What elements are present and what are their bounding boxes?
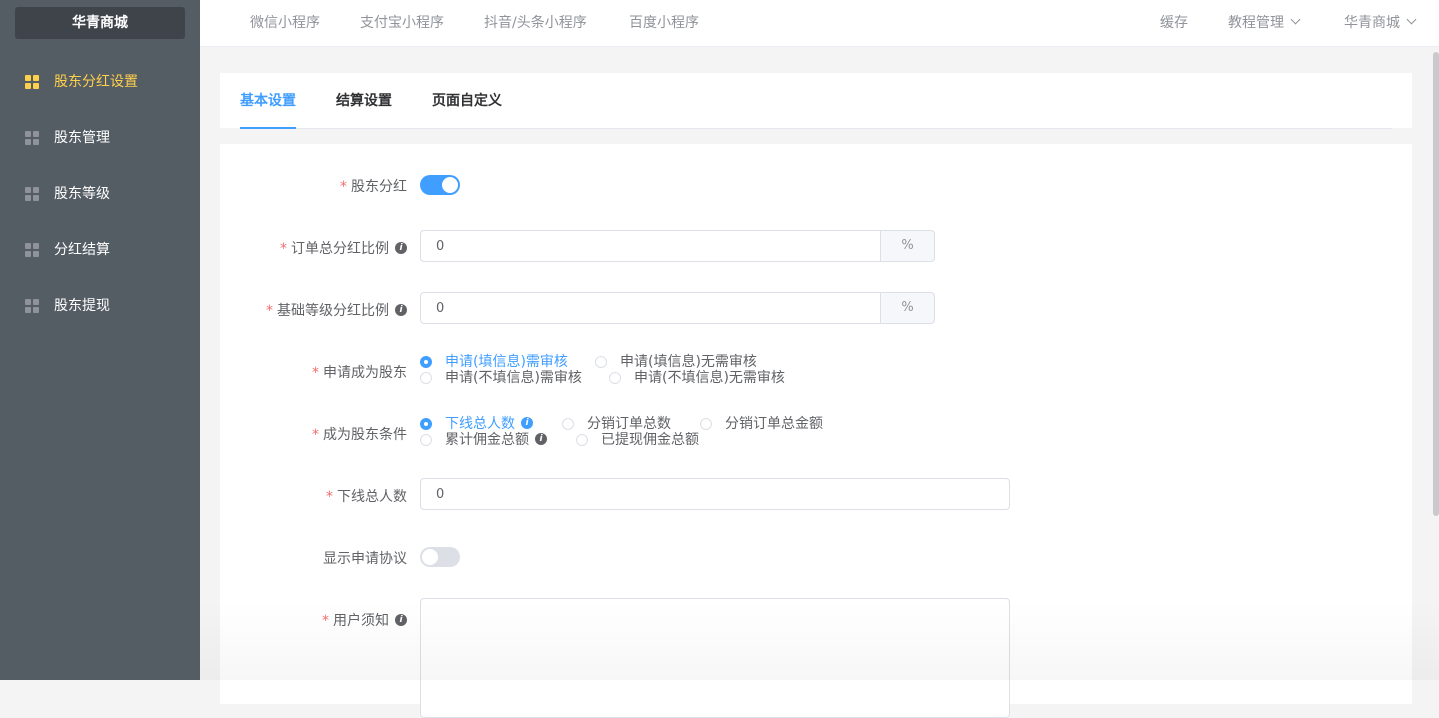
tab-active-indicator <box>240 127 296 129</box>
radio-dot <box>420 372 432 384</box>
sidebar-item-label: 分红结算 <box>54 242 110 258</box>
chevron-down-icon <box>1290 14 1301 25</box>
nav-alipay-miniprogram[interactable]: 支付宝小程序 <box>360 0 444 46</box>
info-icon[interactable]: i <box>395 242 407 254</box>
radio-dot <box>576 434 588 446</box>
notice-label: * 用户须知 i <box>322 610 407 630</box>
nav-wechat-miniprogram[interactable]: 微信小程序 <box>250 0 320 46</box>
info-icon[interactable]: i <box>395 614 407 626</box>
sidebar-item-dividend-settings[interactable]: 股东分红设置 <box>0 54 200 110</box>
downline-label: * 下线总人数 <box>326 489 407 505</box>
condition-label: * 成为股东条件 <box>312 427 407 443</box>
grid-icon <box>25 243 39 257</box>
sidebar-item-label: 股东管理 <box>54 130 110 146</box>
tab-settlement-settings[interactable]: 结算设置 <box>336 73 392 128</box>
order-ratio-input-group: % <box>420 230 935 262</box>
chevron-down-icon <box>1406 14 1417 25</box>
radio-dot <box>420 356 432 368</box>
sidebar-item-label: 股东分红设置 <box>54 74 138 90</box>
notice-textarea[interactable] <box>420 598 1010 718</box>
tutorial-menu-label: 教程管理 <box>1228 15 1284 31</box>
settings-form: *股东分红 *订单总分红比例i % *基础等级分红比例i % *申请成为股东 申… <box>220 144 1412 718</box>
grid-icon <box>25 75 39 89</box>
base-ratio-input-group: % <box>420 292 935 324</box>
apply-label: * 申请成为股东 <box>312 365 407 381</box>
base-ratio-label: * 基础等级分红比例 i <box>266 300 407 320</box>
tab-page-customize[interactable]: 页面自定义 <box>432 73 502 128</box>
grid-icon <box>25 131 39 145</box>
radio-dot <box>420 434 432 446</box>
info-icon[interactable]: i <box>535 433 547 445</box>
store-menu-label: 华青商城 <box>1344 15 1400 31</box>
info-icon[interactable]: i <box>521 417 533 429</box>
base-ratio-input[interactable] <box>420 292 880 324</box>
switch-knob <box>442 177 458 193</box>
tab-basic-settings[interactable]: 基本设置 <box>240 73 296 128</box>
radio-dot <box>700 418 712 430</box>
sidebar: 华青商城 股东分红设置 股东管理 股东等级 分红结算 股东提现 <box>0 0 200 680</box>
nav-douyin-miniprogram[interactable]: 抖音/头条小程序 <box>484 0 587 46</box>
sidebar-item-levels[interactable]: 股东等级 <box>0 166 200 222</box>
grid-icon <box>25 187 39 201</box>
sidebar-item-settlement[interactable]: 分红结算 <box>0 222 200 278</box>
tutorial-menu[interactable]: 教程管理 <box>1228 0 1301 46</box>
percent-suffix: % <box>880 292 935 324</box>
radio-dot <box>420 418 432 430</box>
page-scrollbar[interactable] <box>1433 52 1439 516</box>
sidebar-item-withdrawal[interactable]: 股东提现 <box>0 278 200 334</box>
dividend-switch[interactable] <box>420 175 460 195</box>
switch-knob <box>422 549 438 565</box>
order-ratio-input[interactable] <box>420 230 880 262</box>
store-menu[interactable]: 华青商城 <box>1344 0 1417 46</box>
top-header: 微信小程序 支付宝小程序 抖音/头条小程序 百度小程序 缓存 教程管理 华青商城 <box>200 0 1439 47</box>
radio-dot <box>609 372 621 384</box>
order-ratio-label: * 订单总分红比例 i <box>280 238 407 258</box>
cache-button[interactable]: 缓存 <box>1160 0 1188 46</box>
show-agreement-label: 显示申请协议 <box>323 551 407 567</box>
show-agreement-switch[interactable] <box>420 547 460 567</box>
radio-dot <box>595 356 607 368</box>
percent-suffix: % <box>880 230 935 262</box>
brand-logo[interactable]: 华青商城 <box>15 7 185 39</box>
sidebar-item-label: 股东提现 <box>54 298 110 314</box>
info-icon[interactable]: i <box>395 304 407 316</box>
grid-icon <box>25 299 39 313</box>
sidebar-item-shareholders[interactable]: 股东管理 <box>0 110 200 166</box>
nav-baidu-miniprogram[interactable]: 百度小程序 <box>629 0 699 46</box>
dividend-label: * 股东分红 <box>340 179 407 195</box>
tabs-card: 基本设置 结算设置 页面自定义 <box>220 73 1412 129</box>
downline-count-input[interactable] <box>420 478 1010 510</box>
sidebar-item-label: 股东等级 <box>54 186 110 202</box>
radio-dot <box>562 418 574 430</box>
tab-divider <box>240 128 1392 129</box>
